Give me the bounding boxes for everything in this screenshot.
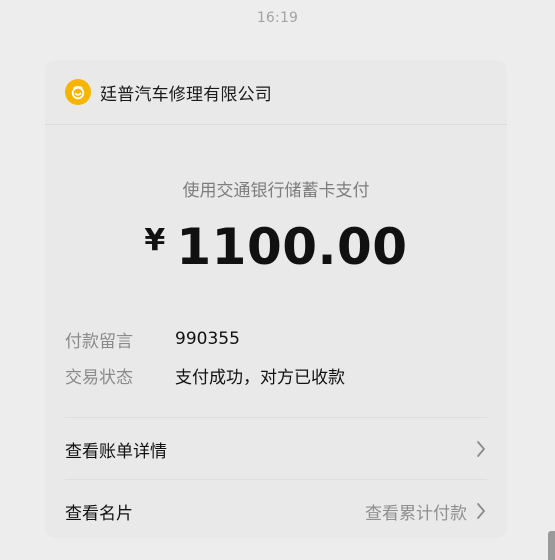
- view-card-row[interactable]: 查看名片 查看累计付款: [65, 487, 487, 535]
- merchant-logo-icon: [65, 79, 91, 105]
- payment-method-text: 使用交通银行储蓄卡支付: [182, 181, 370, 201]
- view-card-label[interactable]: 查看名片: [65, 499, 133, 524]
- view-bill-details-row[interactable]: 查看账单详情: [65, 425, 487, 473]
- detail-row-transaction-status: 交易状态 支付成功，对方已收款: [65, 363, 485, 388]
- merchant-header: 廷普汽车修理有限公司: [45, 60, 507, 125]
- chevron-right-icon[interactable]: [475, 501, 487, 521]
- amount-value: 1100.00: [176, 218, 408, 276]
- view-bill-details-label[interactable]: 查看账单详情: [65, 437, 167, 462]
- transaction-status-label: 交易状态: [65, 367, 133, 388]
- currency-symbol: ¥: [144, 223, 166, 258]
- link-divider: [65, 479, 487, 480]
- payment-card[interactable]: 廷普汽车修理有限公司 使用交通银行储蓄卡支付 ¥ 1100.00 付款留言 99…: [45, 60, 507, 538]
- payment-note-value: 990355: [175, 329, 240, 349]
- view-total-payment-link[interactable]: 查看累计付款: [365, 499, 487, 524]
- payment-receipt-page: 16:19 廷普汽车修理有限公司 使用交通银行储蓄卡支付 ¥ 1100.00 付…: [0, 0, 555, 560]
- merchant-name: 廷普汽车修理有限公司: [100, 84, 272, 105]
- payment-amount: ¥ 1100.00: [45, 218, 507, 276]
- scrollbar-edge[interactable]: [548, 531, 555, 560]
- transaction-status-value: 支付成功，对方已收款: [175, 367, 345, 388]
- view-total-payment-label[interactable]: 查看累计付款: [365, 499, 467, 524]
- detail-row-payment-note: 付款留言 990355: [65, 327, 485, 352]
- chevron-right-icon[interactable]: [475, 439, 487, 459]
- section-divider: [65, 417, 487, 418]
- message-time: 16:19: [256, 10, 299, 26]
- payment-note-label: 付款留言: [65, 331, 133, 352]
